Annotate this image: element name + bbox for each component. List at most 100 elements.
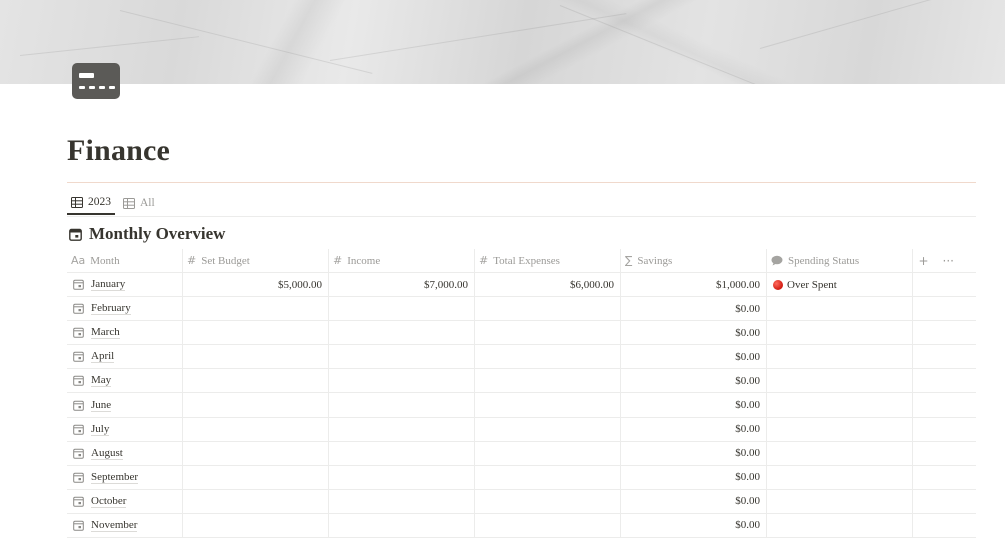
savings-cell: $0.00 [621,465,767,489]
set-budget-cell[interactable] [183,417,329,441]
savings-cell: $0.00 [621,321,767,345]
income-cell[interactable] [329,513,475,538]
status-text: Over Spent [787,278,837,291]
total-expenses-cell[interactable] [475,489,621,513]
column-header-label: Income [347,254,381,267]
total-expenses-cell[interactable] [475,393,621,417]
month-cell[interactable]: October [67,489,183,513]
spending-status-cell [767,441,913,465]
column-header-set-budget[interactable]: # Set Budget [183,249,329,272]
income-cell[interactable] [329,441,475,465]
row-filler-cell [913,273,976,296]
calendar-icon [73,472,84,483]
total-expenses-cell[interactable] [475,297,621,321]
spending-status-cell [767,417,913,441]
column-header-label: Set Budget [201,254,250,267]
month-cell[interactable]: May [67,369,183,393]
income-cell[interactable]: $7,000.00 [329,273,475,297]
column-header-savings[interactable]: ∑ Savings [621,249,767,272]
database-title[interactable]: Monthly Overview [69,224,225,244]
month-cell[interactable]: August [67,441,183,465]
credit-card-icon[interactable] [72,63,120,99]
view-tab-2023[interactable]: 2023 [67,191,115,215]
view-tab-all[interactable]: All [119,191,159,215]
income-cell[interactable] [329,321,475,345]
spending-status-cell [767,369,913,393]
table-row[interactable]: July $0.00 [67,417,976,442]
income-cell[interactable] [329,297,475,321]
set-budget-cell[interactable] [183,465,329,489]
month-name: August [91,446,123,460]
total-expenses-cell[interactable] [475,345,621,369]
cover-image [0,0,1005,84]
row-filler-cell [913,490,976,513]
table-row[interactable]: April $0.00 [67,345,976,370]
table-row[interactable]: May $0.00 [67,369,976,394]
set-budget-cell[interactable] [183,369,329,393]
total-expenses-cell[interactable] [475,417,621,441]
month-cell[interactable]: January [67,273,183,297]
income-cell[interactable] [329,417,475,441]
database-title-text: Monthly Overview [89,224,226,243]
total-expenses-cell[interactable]: $6,000.00 [475,273,621,297]
row-filler-cell [913,393,976,416]
month-cell[interactable]: March [67,321,183,345]
month-cell[interactable]: June [67,393,183,417]
month-name: March [91,326,120,340]
month-cell[interactable]: September [67,465,183,489]
more-options-button[interactable]: ··· [943,254,954,268]
month-name: April [91,350,115,364]
title-divider [67,182,976,183]
set-budget-cell[interactable] [183,489,329,513]
set-budget-cell[interactable] [183,297,329,321]
table-row[interactable]: August $0.00 [67,441,976,466]
set-budget-cell[interactable] [183,345,329,369]
column-header-income[interactable]: # Income [329,249,475,272]
table-row[interactable]: October $0.00 [67,489,976,514]
income-cell[interactable] [329,345,475,369]
table-row[interactable]: March $0.00 [67,321,976,346]
table-row[interactable]: June $0.00 [67,393,976,418]
total-expenses-cell[interactable] [475,369,621,393]
calendar-icon [73,328,84,339]
page-title[interactable]: Finance [67,134,170,168]
set-budget-cell[interactable] [183,393,329,417]
total-expenses-cell[interactable] [475,441,621,465]
set-budget-cell[interactable]: $5,000.00 [183,273,329,297]
column-header-spending-status[interactable]: Spending Status [767,249,913,272]
row-filler-cell [913,442,976,465]
calendar-icon [69,228,82,241]
income-cell[interactable] [329,393,475,417]
table-row[interactable]: February $0.00 [67,297,976,322]
set-budget-cell[interactable] [183,441,329,465]
month-cell[interactable]: November [67,513,183,538]
calendar-icon [73,352,84,363]
month-cell[interactable]: April [67,345,183,369]
total-expenses-cell[interactable] [475,321,621,345]
set-budget-cell[interactable] [183,321,329,345]
month-cell[interactable]: July [67,417,183,441]
column-header-label: Savings [637,254,673,267]
view-tab-label: All [140,197,155,209]
status-badge: Over Spent [773,279,837,291]
month-cell[interactable]: February [67,297,183,321]
table-header: Aa Month # Set Budget # Income # Total E… [67,249,976,273]
calendar-icon [73,496,84,507]
column-header-label: Month [90,254,120,267]
set-budget-cell[interactable] [183,513,329,538]
column-header-month[interactable]: Aa Month [67,249,183,272]
column-header-total-expenses[interactable]: # Total Expenses [475,249,621,272]
table-row[interactable]: January $5,000.00 $7,000.00 $6,000.00 $1… [67,273,976,298]
views-divider [67,216,976,217]
month-name: October [91,494,127,508]
table-row[interactable]: September $0.00 [67,465,976,490]
income-cell[interactable] [329,489,475,513]
income-cell[interactable] [329,465,475,489]
table-row[interactable]: November $0.00 [67,513,976,539]
add-property-button[interactable]: + [918,254,928,268]
total-expenses-cell[interactable] [475,513,621,538]
calendar-icon [73,520,84,531]
calendar-icon [73,376,84,387]
total-expenses-cell[interactable] [475,465,621,489]
income-cell[interactable] [329,369,475,393]
